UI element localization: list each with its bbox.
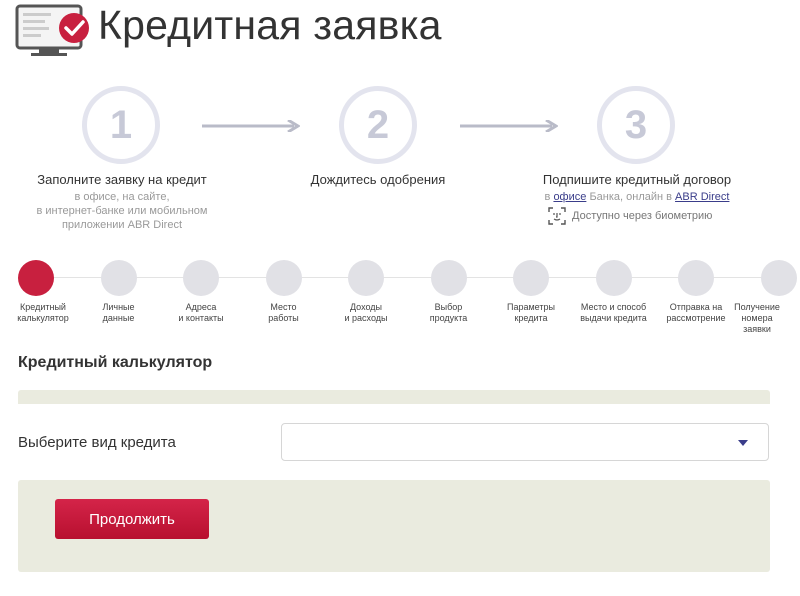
step-3-circle: 3 [597, 86, 675, 164]
arrow-right-icon [202, 120, 300, 132]
continue-button[interactable]: Продолжить [55, 499, 209, 539]
progress-step-1-dot [18, 260, 54, 296]
progress-step-4-dot [265, 260, 302, 296]
step-1-title: Заполните заявку на кредит [37, 172, 207, 187]
monitor-approved-icon [15, 4, 89, 56]
progress-step-5-dot [348, 260, 384, 296]
step-3-title: Подпишите кредитный договор [542, 172, 732, 187]
progress-step-6-dot [430, 260, 467, 296]
progress-line [36, 277, 780, 278]
progress-step-2-dot [100, 260, 137, 296]
progress-step-6-label: Выбор продукта [429, 302, 468, 323]
face-id-icon [548, 207, 566, 225]
office-link[interactable]: офисе [553, 191, 586, 203]
progress-step-9-dot [678, 260, 714, 296]
calculator-action-panel: Продолжить [18, 480, 770, 572]
progress-step-3-dot [183, 260, 219, 296]
progress-step-1-label: Кредитный калькулятор [17, 302, 69, 323]
arrow-right-icon [460, 120, 558, 132]
loan-type-label: Выберите вид кредита [18, 434, 176, 451]
progress-step-10-dot [760, 260, 797, 296]
progress-step-8-label: Место и способ выдачи кредита [580, 302, 647, 323]
step-2-title: Дождитесь одобрения [310, 172, 446, 187]
progress-step-4-label: Место работы [268, 302, 299, 323]
progress-step-5-label: Доходы и расходы [344, 302, 388, 323]
step-2-circle: 2 [339, 86, 417, 164]
step-1-description: в офисе, на сайте, в интернет-банке или … [36, 191, 208, 231]
page-title: Кредитная заявка [98, 2, 442, 48]
progress-step-10-label: Получение номера заявки [734, 302, 780, 334]
step-3-description: в офисе Банка, онлайн в ABR Direct [544, 191, 730, 203]
biometry-note: Доступно через биометрию [548, 207, 712, 225]
abr-direct-link[interactable]: ABR Direct [675, 191, 729, 203]
progress-step-2-label: Личные данные [102, 302, 135, 323]
caret-down-icon [738, 440, 748, 446]
loan-type-select[interactable] [281, 423, 769, 461]
progress-step-8-dot [595, 260, 632, 296]
page-header: Кредитная заявка [0, 0, 800, 60]
calculator-header-strip [18, 390, 770, 404]
step-1-circle: 1 [82, 86, 160, 164]
calculator-title: Кредитный калькулятор [18, 354, 213, 371]
progress-step-3-label: Адреса и контакты [178, 302, 224, 323]
application-progress: Кредитный калькулятор Личные данные Адреса и … [0, 258, 800, 338]
progress-step-7-dot [513, 260, 549, 296]
progress-step-7-label: Параметры кредита [507, 302, 555, 323]
